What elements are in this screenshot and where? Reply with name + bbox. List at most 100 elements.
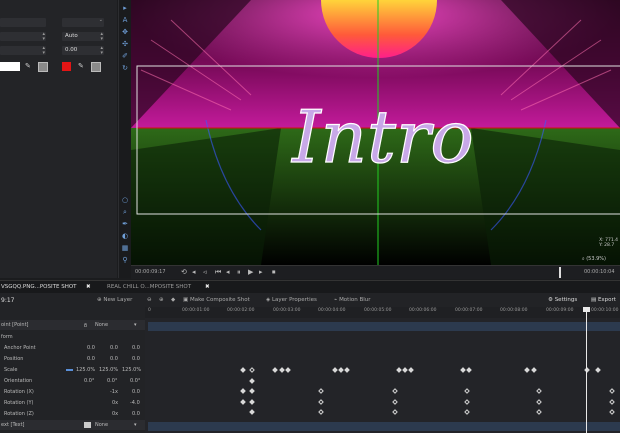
auto-field[interactable]: Auto ▴ ▾ — [62, 32, 104, 41]
keyframe[interactable] — [408, 367, 414, 373]
keyframe[interactable] — [392, 409, 398, 415]
keyframe[interactable] — [531, 367, 537, 373]
brush-tool-icon[interactable]: ✐ — [121, 52, 129, 60]
value-z[interactable]: 0.0 — [132, 354, 140, 364]
keyframe[interactable] — [536, 388, 542, 394]
zoom-level[interactable]: ⌕ (53.9%) — [582, 256, 606, 262]
keyframe[interactable] — [392, 388, 398, 394]
keyframe[interactable] — [318, 399, 324, 405]
keyframe[interactable] — [332, 367, 338, 373]
checker-icon[interactable] — [38, 62, 48, 72]
mask-tool-icon[interactable]: ◐ — [121, 232, 129, 240]
layer-row-text[interactable]: ext [Text] None ▾ — [0, 420, 145, 430]
value-z[interactable]: 125.0% — [122, 365, 141, 375]
transform-group[interactable]: form — [0, 332, 145, 342]
keyframe[interactable] — [536, 399, 542, 405]
settings-button[interactable]: ⚙ Settings — [548, 297, 577, 303]
nav-back-icon[interactable]: ⊖ — [147, 297, 152, 303]
property-row[interactable]: Rotation (X) -1x 0.0 — [0, 387, 145, 397]
mute-icon[interactable]: ◂ — [192, 268, 196, 276]
value-revolutions[interactable]: 0x — [112, 409, 118, 419]
red-swatch[interactable] — [62, 62, 71, 71]
tab-vsgqq[interactable]: VSGQQ.PNG...POSITE SHOT — [1, 284, 77, 290]
value-x[interactable]: 0.0 — [87, 343, 95, 353]
keyframe[interactable] — [609, 399, 615, 405]
new-layer-button[interactable]: ⊕ New Layer — [97, 297, 132, 303]
spinner-icon[interactable]: ▴ ▾ — [100, 32, 103, 42]
keyframe[interactable] — [466, 367, 472, 373]
composition-viewer[interactable]: Intro X: 771.4 Y: 28.7 ⌕ (53.9%) — [131, 0, 620, 265]
value-field[interactable]: 0.00 ▴ ▾ — [62, 46, 104, 55]
motion-blur-button[interactable]: ⌁ Motion Blur — [334, 297, 371, 303]
value-y[interactable]: 0.0 — [110, 343, 118, 353]
value-y[interactable]: 125.0% — [99, 365, 118, 375]
keyframe-icon[interactable]: ◆ — [171, 297, 175, 303]
spinner-icon[interactable]: ▴ ▾ — [42, 32, 45, 42]
export-button[interactable]: ▤ Export — [591, 297, 616, 303]
value-degrees[interactable]: 0.0 — [132, 409, 140, 419]
chevron-down-icon[interactable]: ▾ — [134, 320, 137, 330]
step-back-icon[interactable]: ◂ — [226, 268, 230, 276]
chevron-down-icon[interactable]: ▾ — [134, 420, 137, 430]
play-icon[interactable]: ▶ — [248, 268, 253, 276]
value-x[interactable]: 125.0% — [76, 365, 95, 375]
value-z[interactable]: 0.0 — [132, 343, 140, 353]
playhead-handle[interactable] — [583, 307, 590, 312]
spinner-icon[interactable]: ▴ ▾ — [42, 46, 45, 56]
keyframe[interactable] — [524, 367, 530, 373]
zoom-tool-icon[interactable]: ⌕ — [121, 208, 129, 216]
value-y[interactable]: 0.0 — [110, 354, 118, 364]
keyframe[interactable] — [402, 367, 408, 373]
nav-forward-icon[interactable]: ⊕ — [159, 297, 164, 303]
pen-tool-icon[interactable]: ✒ — [121, 220, 129, 228]
keyframe[interactable] — [249, 378, 255, 384]
keyframe[interactable] — [249, 367, 255, 373]
make-composite-button[interactable]: ▣ Make Composite Shot — [183, 297, 250, 303]
layer-bar-point[interactable] — [148, 322, 620, 331]
property-row[interactable]: Rotation (Z) 0x 0.0 — [0, 409, 145, 419]
white-swatch[interactable] — [0, 62, 20, 71]
step-forward-icon[interactable]: ▸ — [259, 268, 263, 276]
value-revolutions[interactable]: 0x — [112, 398, 118, 408]
link-tool-icon[interactable]: ⚲ — [121, 256, 129, 264]
keyframe[interactable] — [240, 399, 246, 405]
close-icon-2[interactable]: ✖ — [205, 284, 210, 290]
pause-icon[interactable]: ⏸ — [237, 268, 241, 277]
layer-row-point[interactable]: oint [Point] ᵷ None ▾ — [0, 320, 145, 330]
keyframe[interactable] — [318, 409, 324, 415]
loop-icon[interactable]: ⟲ — [181, 268, 187, 276]
rotate-tool-icon[interactable]: ↻ — [121, 64, 129, 72]
property-row[interactable]: Position 0.0 0.0 0.0 — [0, 354, 145, 364]
select-tool-icon[interactable]: ▸ — [121, 4, 129, 12]
spinner-icon[interactable]: ▴ ▾ — [100, 46, 103, 56]
keyframe[interactable] — [392, 399, 398, 405]
keyframe-tracks[interactable] — [145, 318, 620, 433]
keyframe[interactable] — [464, 399, 470, 405]
keyframe[interactable] — [318, 388, 324, 394]
property-row[interactable]: Anchor Point 0.0 0.0 0.0 — [0, 343, 145, 353]
keyframe[interactable] — [240, 367, 246, 373]
blend-mode[interactable]: None — [95, 420, 108, 430]
keyframe[interactable] — [249, 388, 255, 394]
text-tool-icon[interactable]: A — [121, 16, 129, 24]
keyframe[interactable] — [272, 367, 278, 373]
value-degrees[interactable]: -4.0 — [130, 398, 140, 408]
value-revolutions[interactable]: -1x — [110, 387, 118, 397]
keyframe[interactable] — [536, 409, 542, 415]
value-degrees[interactable]: 0.0 — [132, 387, 140, 397]
keyframe[interactable] — [249, 409, 255, 415]
volume-icon[interactable]: ◃ — [203, 268, 207, 276]
layer-properties-button[interactable]: ◈ Layer Properties — [266, 297, 317, 303]
dropdown-field-2[interactable]: ⌄ — [62, 18, 104, 27]
timeline-playhead[interactable] — [586, 307, 587, 433]
bulb-tool-icon[interactable]: ○ — [121, 196, 129, 204]
value-x[interactable]: 0.0° — [84, 376, 94, 386]
go-start-icon[interactable]: ⏮ — [215, 268, 221, 277]
title-text[interactable]: Intro — [290, 94, 475, 179]
pan-tool-icon[interactable]: ✣ — [121, 40, 129, 48]
layer-bar-text[interactable] — [148, 422, 620, 431]
viewer-playhead[interactable] — [559, 267, 561, 278]
stop-icon[interactable]: ⏹ — [272, 268, 276, 277]
keyframe[interactable] — [609, 409, 615, 415]
keyframe[interactable] — [396, 367, 402, 373]
